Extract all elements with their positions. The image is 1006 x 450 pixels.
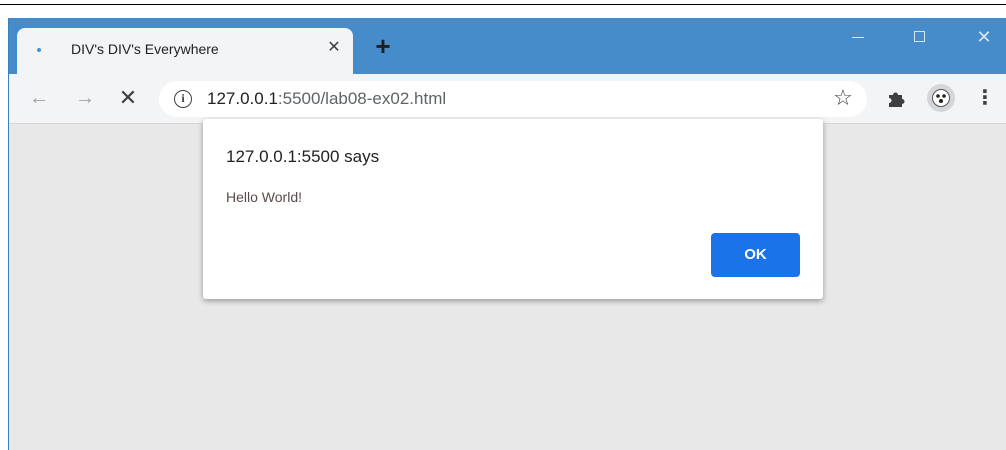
stop-loading-icon[interactable]: ✕: [116, 86, 140, 110]
tab-title: DIV's DIV's Everywhere: [71, 41, 219, 57]
maximize-button[interactable]: [897, 22, 943, 52]
forward-arrow-icon[interactable]: →: [73, 86, 97, 110]
tab-close-icon[interactable]: ✕: [325, 39, 343, 57]
puzzle-icon[interactable]: [885, 88, 907, 110]
avatar-face: [932, 89, 950, 107]
minimize-button[interactable]: [835, 22, 881, 52]
top-rule: [0, 4, 1006, 5]
browser-window: DIV's DIV's Everywhere ✕ + ✕ ← → ✕ i 127…: [8, 18, 1006, 450]
tab-active[interactable]: DIV's DIV's Everywhere ✕: [17, 28, 353, 74]
url-text[interactable]: 127.0.0.1:5500/lab08-ex02.html: [207, 89, 446, 109]
avatar-face-svg: [936, 94, 946, 103]
alert-dialog: 127.0.0.1:5500 says Hello World! OK: [203, 119, 823, 299]
bookmark-star-icon[interactable]: ☆: [831, 86, 855, 110]
minimize-icon: [852, 37, 864, 38]
title-bar: DIV's DIV's Everywhere ✕ + ✕: [9, 18, 1006, 74]
dialog-message: Hello World!: [226, 189, 302, 205]
site-info-icon[interactable]: i: [174, 90, 192, 108]
url-host: 127.0.0.1: [207, 89, 278, 108]
back-arrow-icon[interactable]: ←: [27, 86, 51, 110]
new-tab-button[interactable]: +: [371, 32, 395, 60]
avatar-icon[interactable]: [927, 84, 955, 112]
url-path: :5500/lab08-ex02.html: [277, 89, 447, 108]
puzzle-icon-svg: [889, 92, 905, 107]
favicon-icon: [37, 48, 41, 52]
ok-button[interactable]: OK: [711, 233, 800, 277]
maximize-icon: [914, 31, 925, 42]
address-bar[interactable]: i 127.0.0.1:5500/lab08-ex02.html ☆: [159, 81, 867, 117]
browser-toolbar: ← → ✕ i 127.0.0.1:5500/lab08-ex02.html ☆…: [9, 74, 1006, 124]
window-close-button[interactable]: ✕: [961, 22, 1006, 52]
dialog-title: 127.0.0.1:5500 says: [226, 147, 380, 166]
kebab-menu-icon[interactable]: ⋮: [975, 86, 995, 110]
